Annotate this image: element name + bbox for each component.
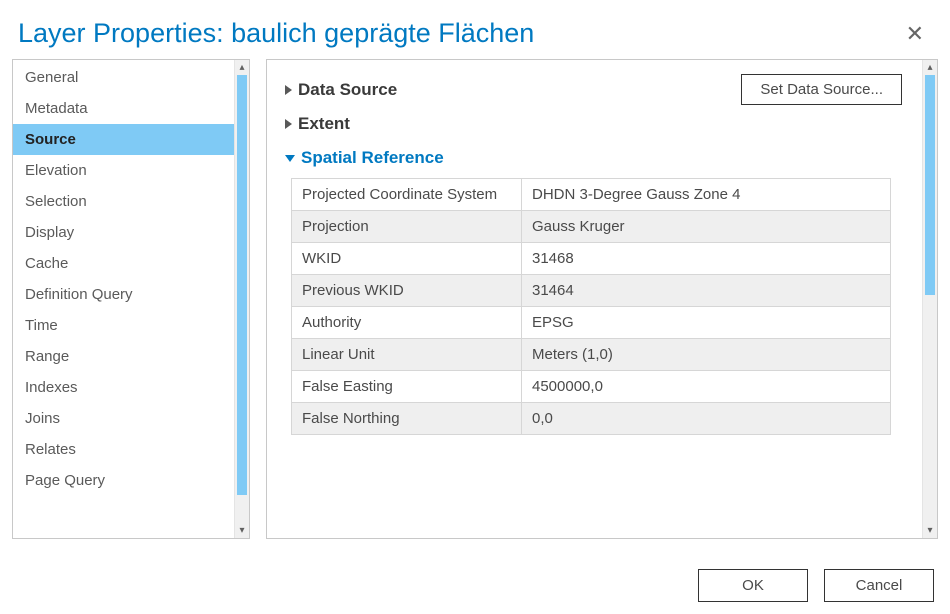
section-title: Spatial Reference [301,148,444,168]
scroll-up-icon[interactable]: ▴ [923,60,937,75]
section-title: Data Source [298,80,397,100]
content-inner: Set Data Source... Data Source Extent [267,60,922,538]
category-sidebar: GeneralMetadataSourceElevationSelectionD… [12,59,250,539]
property-key: Linear Unit [292,339,522,371]
property-value: 31468 [522,243,891,275]
close-icon[interactable]: ✕ [902,19,928,49]
dialog-footer: OK Cancel [698,569,934,602]
sidebar-item-definition-query[interactable]: Definition Query [13,279,234,310]
scrollbar-thumb[interactable] [237,75,247,495]
sidebar-item-selection[interactable]: Selection [13,186,234,217]
property-key: WKID [292,243,522,275]
sidebar-item-indexes[interactable]: Indexes [13,372,234,403]
section-header-spatial-reference[interactable]: Spatial Reference [285,148,904,168]
table-row: WKID31468 [292,243,891,275]
table-row: False Northing0,0 [292,403,891,435]
sidebar-item-elevation[interactable]: Elevation [13,155,234,186]
scroll-up-icon[interactable]: ▴ [235,60,249,75]
sidebar-item-page-query[interactable]: Page Query [13,465,234,496]
property-key: False Northing [292,403,522,435]
property-key: Projected Coordinate System [292,179,522,211]
property-value: Meters (1,0) [522,339,891,371]
sidebar-scrollbar[interactable]: ▴ ▾ [234,60,249,538]
property-key: False Easting [292,371,522,403]
content-panel: Set Data Source... Data Source Extent [266,59,938,539]
sidebar-item-general[interactable]: General [13,62,234,93]
table-row: Linear UnitMeters (1,0) [292,339,891,371]
section-title: Extent [298,114,350,134]
property-key: Previous WKID [292,275,522,307]
layer-properties-dialog: Layer Properties: baulich geprägte Fläch… [0,0,950,614]
property-key: Projection [292,211,522,243]
sidebar-item-time[interactable]: Time [13,310,234,341]
table-row: ProjectionGauss Kruger [292,211,891,243]
sidebar-item-joins[interactable]: Joins [13,403,234,434]
section-spatial-reference: Spatial Reference Projected Coordinate S… [285,148,904,435]
chevron-right-icon [285,119,292,129]
chevron-right-icon [285,85,292,95]
titlebar: Layer Properties: baulich geprägte Fläch… [0,0,950,59]
table-row: Projected Coordinate SystemDHDN 3-Degree… [292,179,891,211]
scroll-down-icon[interactable]: ▾ [923,523,937,538]
scrollbar-thumb[interactable] [925,75,935,295]
property-value: Gauss Kruger [522,211,891,243]
chevron-down-icon [285,155,295,162]
property-value: EPSG [522,307,891,339]
cancel-button[interactable]: Cancel [824,569,934,602]
scroll-down-icon[interactable]: ▾ [235,523,249,538]
sidebar-item-relates[interactable]: Relates [13,434,234,465]
section-extent: Extent [285,114,904,134]
property-key: Authority [292,307,522,339]
property-value: DHDN 3-Degree Gauss Zone 4 [522,179,891,211]
table-row: False Easting4500000,0 [292,371,891,403]
content-scrollbar[interactable]: ▴ ▾ [922,60,937,538]
dialog-title: Layer Properties: baulich geprägte Fläch… [18,18,534,49]
spatial-reference-table: Projected Coordinate SystemDHDN 3-Degree… [291,178,891,435]
sidebar-item-metadata[interactable]: Metadata [13,93,234,124]
set-data-source-button[interactable]: Set Data Source... [741,74,902,105]
property-value: 31464 [522,275,891,307]
property-value: 4500000,0 [522,371,891,403]
table-row: Previous WKID31464 [292,275,891,307]
sidebar-item-display[interactable]: Display [13,217,234,248]
dialog-body: GeneralMetadataSourceElevationSelectionD… [0,59,950,547]
ok-button[interactable]: OK [698,569,808,602]
sidebar-item-range[interactable]: Range [13,341,234,372]
sidebar-list: GeneralMetadataSourceElevationSelectionD… [13,60,234,538]
sidebar-item-source[interactable]: Source [13,124,234,155]
property-value: 0,0 [522,403,891,435]
sidebar-item-cache[interactable]: Cache [13,248,234,279]
table-row: AuthorityEPSG [292,307,891,339]
section-header-extent[interactable]: Extent [285,114,904,134]
